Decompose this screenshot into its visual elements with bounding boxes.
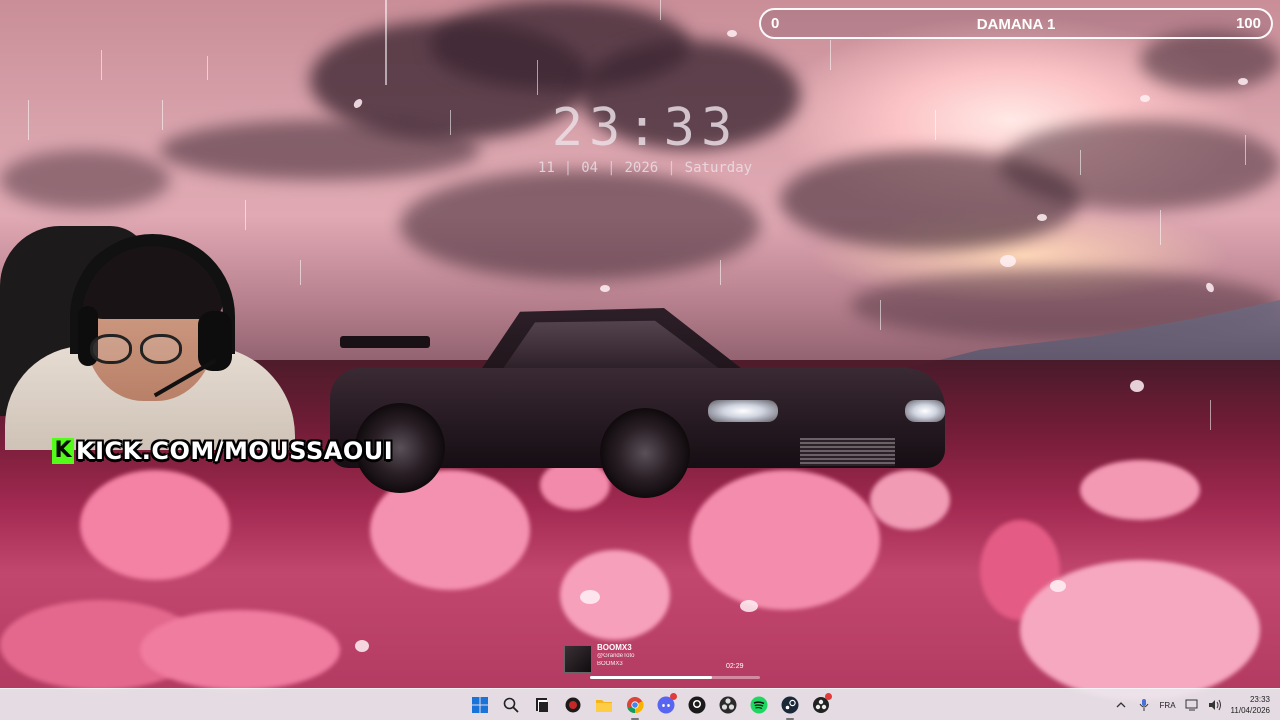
- track-title: BOOMX3: [597, 643, 632, 652]
- clock-year: 2026: [624, 160, 659, 176]
- windows-start-icon[interactable]: [468, 693, 492, 717]
- volume-icon[interactable]: [1208, 698, 1222, 712]
- clock-day: 11: [537, 160, 555, 176]
- track-time: 02:29: [726, 663, 744, 670]
- taskbar: FRA 23:33 11/04/2026: [0, 688, 1280, 720]
- goal-title: DAMANA 1: [976, 16, 1056, 33]
- system-tray: FRA 23:33 11/04/2026: [1114, 689, 1270, 720]
- date-separator: |: [667, 160, 676, 176]
- track-artist: @GrandeToto: [597, 653, 635, 659]
- microphone-icon[interactable]: [1137, 698, 1151, 712]
- obs-alt-icon[interactable]: [809, 693, 833, 717]
- track-progress-bar[interactable]: [590, 676, 760, 679]
- date-separator: |: [563, 160, 573, 176]
- kick-channel-banner: K KICK.COM/MOUSSAOUI: [52, 437, 393, 465]
- github-icon[interactable]: [685, 693, 709, 717]
- kick-channel-url: KICK.COM/MOUSSAOUI: [76, 437, 394, 465]
- search-icon[interactable]: [499, 693, 523, 717]
- steam-icon[interactable]: [778, 693, 802, 720]
- kick-logo-icon: K: [52, 438, 74, 464]
- webcam-feed: [0, 226, 300, 450]
- clock-weekday: Saturday: [684, 160, 753, 176]
- spotify-icon[interactable]: [747, 693, 771, 717]
- chrome-icon[interactable]: [623, 693, 647, 720]
- tray-date: 11/04/2026: [1230, 706, 1270, 715]
- clock-widget: 23:33 11 | 04 | 2026 | Saturday: [520, 98, 770, 176]
- clock-date: 11 | 04 | 2026 | Saturday: [520, 160, 770, 176]
- chevron-up-icon[interactable]: [1114, 698, 1128, 712]
- notification-badge: [825, 693, 832, 700]
- task-view-icon[interactable]: [530, 693, 554, 717]
- goal-max-value: 100: [1235, 15, 1261, 32]
- track-progress-fill: [590, 676, 713, 679]
- discord-icon[interactable]: [654, 693, 678, 717]
- notification-badge: [670, 693, 677, 700]
- clock-time: 23:33: [551, 98, 739, 158]
- tray-time: 23:33: [1249, 695, 1270, 704]
- language-indicator[interactable]: FRA: [1160, 701, 1176, 710]
- taskbar-apps: [468, 693, 833, 720]
- media-player-icon[interactable]: [561, 693, 585, 717]
- tray-clock[interactable]: 23:33 11/04/2026: [1231, 694, 1270, 716]
- network-icon[interactable]: [1185, 698, 1199, 712]
- file-explorer-icon[interactable]: [592, 693, 616, 717]
- clock-month: 04: [581, 160, 599, 176]
- album-art: [564, 645, 592, 673]
- now-playing-widget[interactable]: BOOMX3 @GrandeToto BOOMX3 02:29: [562, 643, 762, 683]
- goal-progress-bar: 0 DAMANA 1 100: [759, 8, 1273, 39]
- track-album: BOOMX3: [597, 661, 623, 667]
- car-image: [330, 308, 950, 498]
- obs-icon[interactable]: [716, 693, 740, 717]
- date-separator: |: [607, 160, 616, 176]
